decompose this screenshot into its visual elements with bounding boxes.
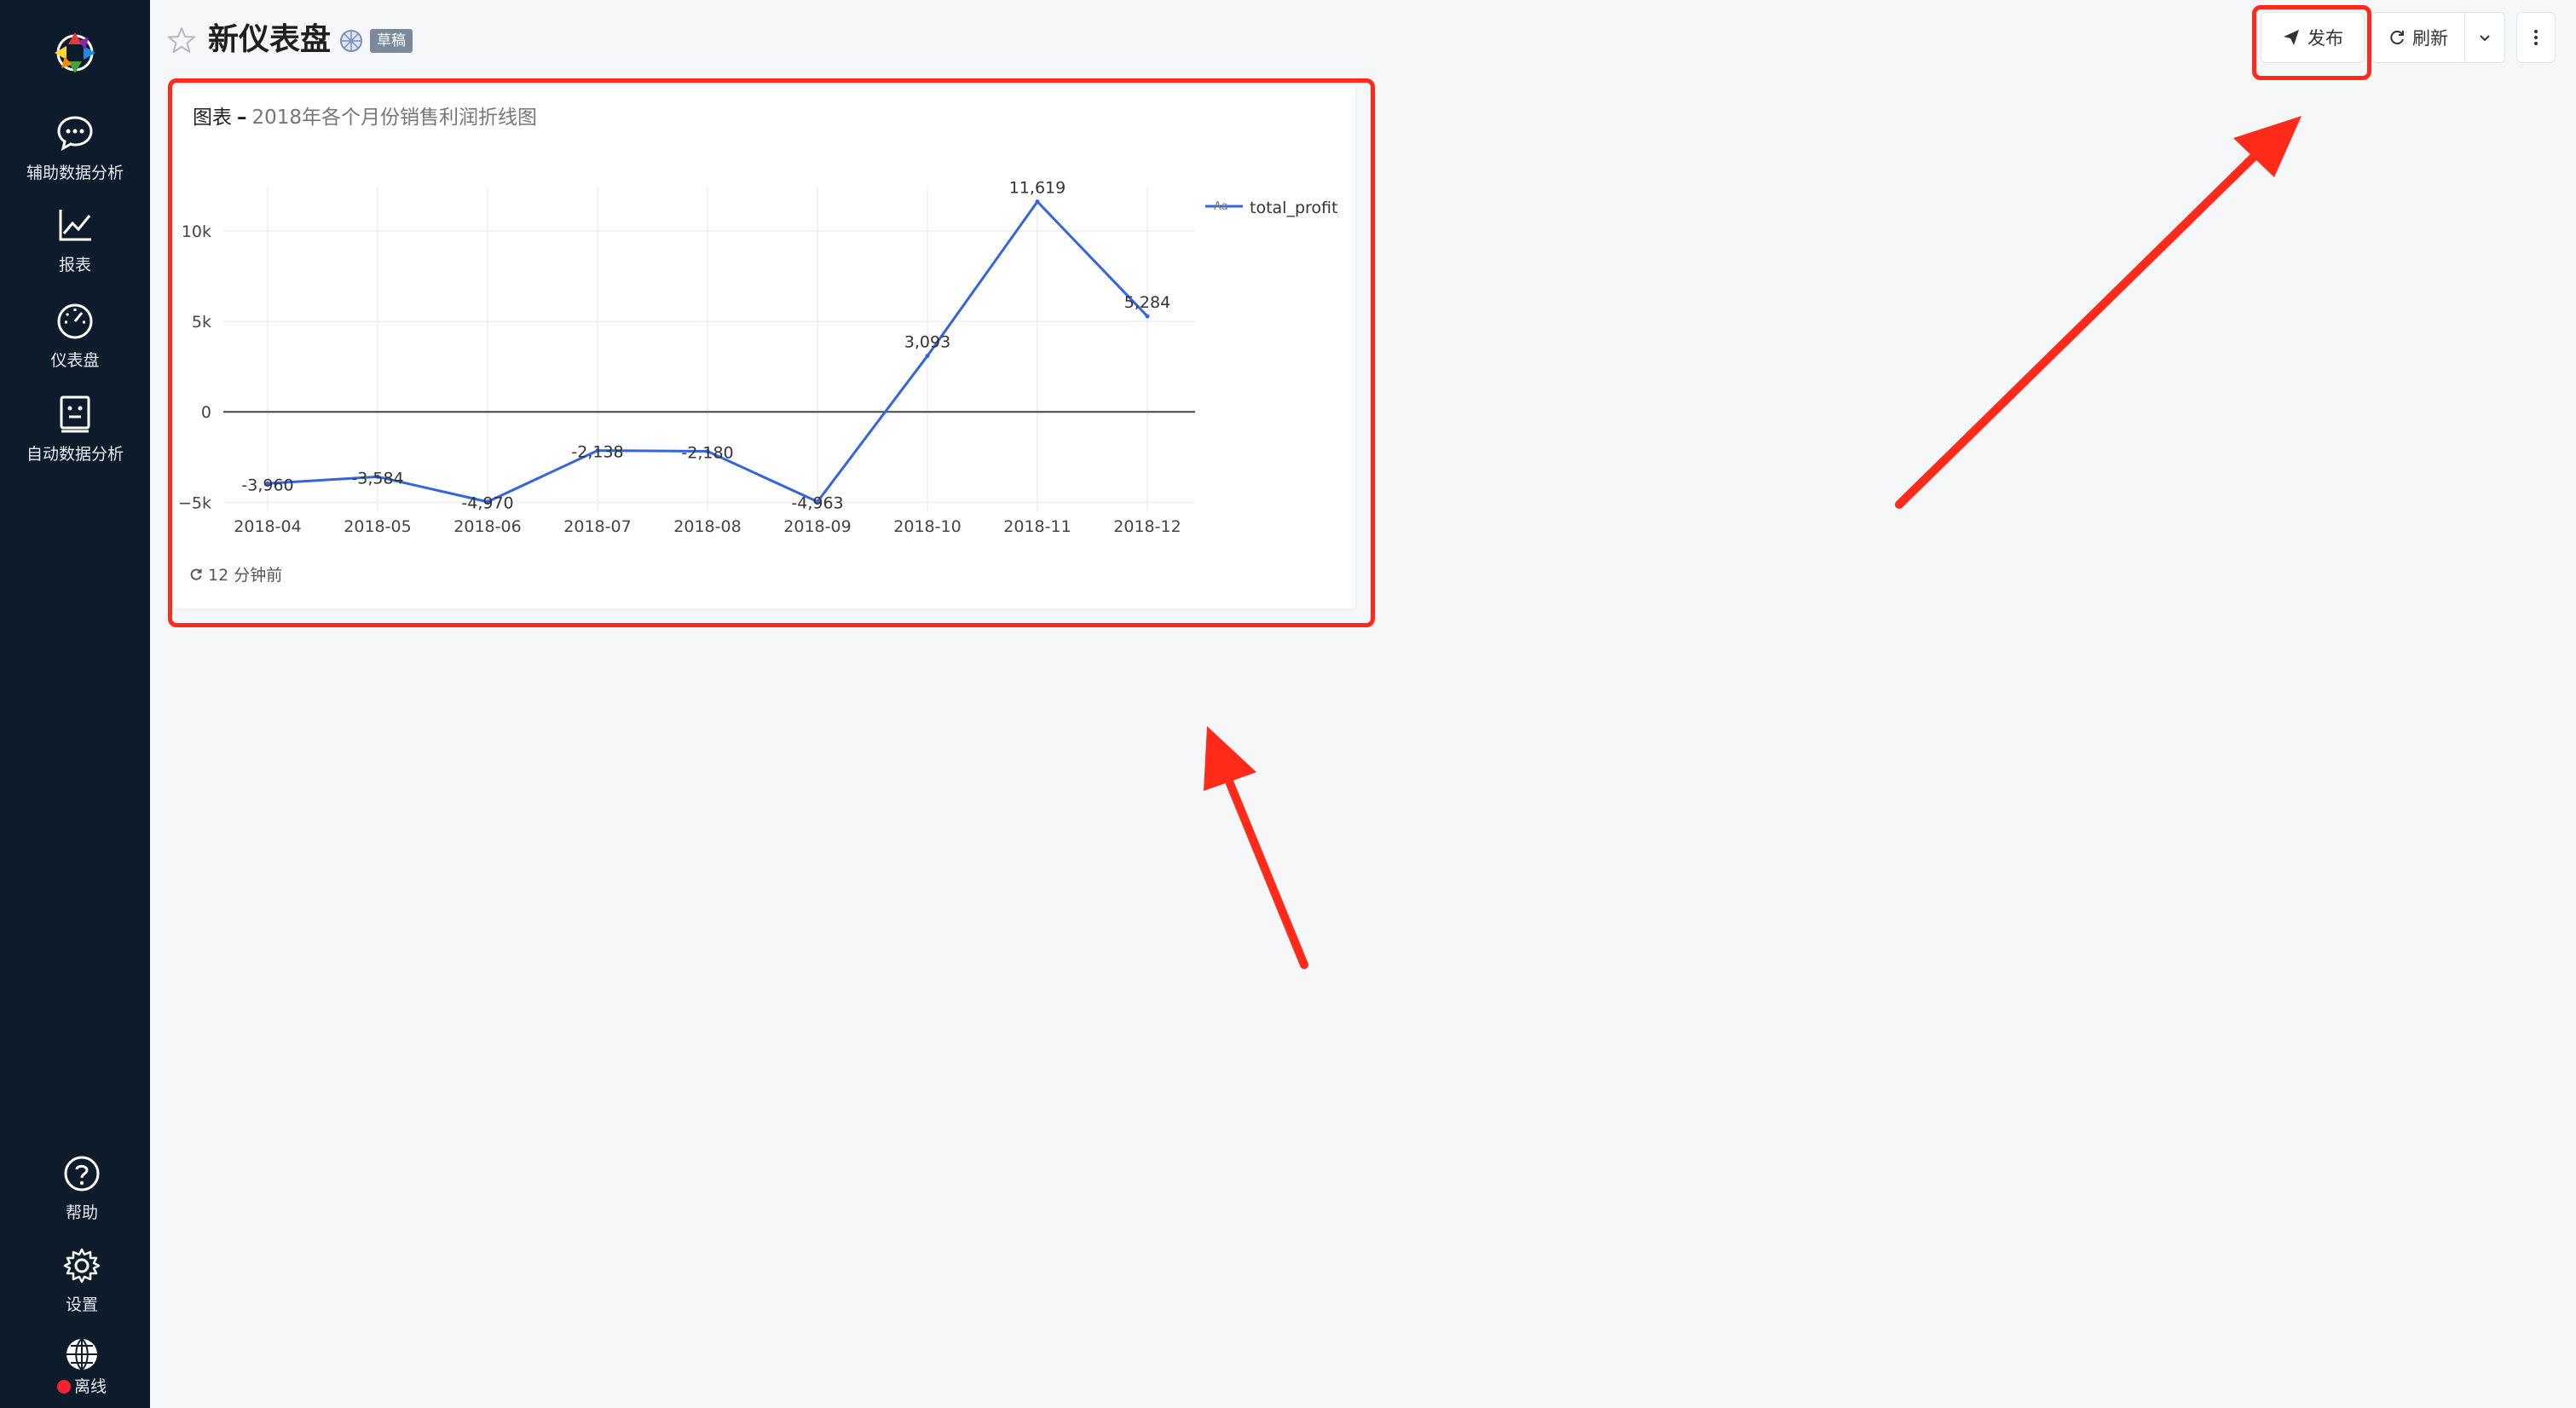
- sidebar-item-auto-analysis[interactable]: 自动数据分析: [0, 394, 150, 465]
- y-tick-label: 0: [201, 403, 211, 422]
- sidebar-item-label: 设置: [65, 1295, 98, 1314]
- data-label: -3,960: [241, 476, 293, 494]
- sidebar-item-label: 帮助: [65, 1203, 98, 1222]
- settings-icon: [63, 1248, 101, 1284]
- y-tick-label: −5k: [178, 493, 211, 512]
- data-label: -2,138: [571, 443, 623, 462]
- refresh-label: 刷新: [2412, 28, 2448, 49]
- line-chart-icon: [59, 210, 91, 241]
- sidebar-item-reports[interactable]: 报表: [0, 205, 150, 275]
- x-tick-label: 2018-05: [344, 517, 411, 536]
- data-label: 11,619: [1009, 179, 1066, 198]
- sidebar-item-label: 辅助数据分析: [26, 164, 124, 182]
- y-tick-label: 10k: [182, 222, 211, 241]
- refresh-icon: [2390, 31, 2404, 45]
- legend-symbol: Aa: [1214, 200, 1228, 213]
- publish-label: 发布: [2307, 28, 2343, 49]
- sidebar-item-help[interactable]: 帮助: [7, 1154, 157, 1223]
- chevron-down-icon: [2480, 35, 2490, 42]
- profit-line-chart[interactable]: −5k 0 5k 10k 2018-04 2018-05 2018-06 2018-07 201…: [174, 85, 1355, 563]
- data-label: -3,584: [351, 469, 403, 488]
- x-tick-label: 2018-11: [1003, 517, 1071, 536]
- connection-status-label: 离线: [73, 1377, 107, 1396]
- draft-status-badge: 草稿: [370, 29, 413, 53]
- help-icon: [64, 1156, 100, 1192]
- page-title[interactable]: 新仪表盘: [208, 19, 331, 61]
- certified-badge-icon: [340, 30, 362, 52]
- more-vertical-icon: [2534, 30, 2538, 45]
- sidebar-item-assisted-analysis[interactable]: 辅助数据分析: [0, 113, 150, 183]
- x-tick-label: 2018-08: [673, 517, 741, 536]
- arrow-to-chart: [1223, 773, 1308, 969]
- offline-dot-icon: [56, 1380, 71, 1394]
- x-tick-label: 2018-06: [453, 517, 521, 536]
- y-tick-label: 5k: [192, 313, 211, 332]
- last-updated: 12 分钟前: [189, 563, 282, 586]
- sidebar-item-label: 仪表盘: [50, 351, 100, 370]
- refresh-options-dropdown[interactable]: [2464, 12, 2505, 63]
- data-point: [1035, 199, 1040, 205]
- chart-widget-card[interactable]: 图表 –2018年各个月份销售利润折线图 −5k 0 5k 10k 2018-04 2018…: [174, 85, 1355, 609]
- connection-status: 离线: [7, 1374, 157, 1397]
- legend-label: total_profit: [1250, 199, 1337, 217]
- gauge-icon: [57, 303, 93, 339]
- sidebar-item-label: 自动数据分析: [26, 445, 124, 464]
- last-updated-text: 12 分钟前: [208, 566, 283, 585]
- chat-analysis-icon: [57, 116, 93, 151]
- data-label: 3,093: [904, 333, 950, 352]
- x-tick-label: 2018-04: [234, 517, 301, 536]
- sidebar-item-dashboard[interactable]: 仪表盘: [0, 300, 150, 371]
- sidebar-item-connection-status[interactable]: 离线: [7, 1336, 157, 1397]
- data-label: -4,963: [791, 494, 843, 513]
- refresh-button[interactable]: 刷新: [2371, 12, 2465, 63]
- x-tick-label: 2018-09: [783, 517, 851, 536]
- arrow-head-publish: [2233, 116, 2302, 177]
- refresh-small-icon: [190, 568, 202, 580]
- x-tick-label: 2018-07: [563, 517, 631, 536]
- more-options-button[interactable]: [2516, 12, 2556, 63]
- arrow-to-publish: [1895, 149, 2261, 509]
- data-point: [925, 354, 930, 359]
- sidebar-item-label: 报表: [58, 256, 91, 274]
- app-logo-icon[interactable]: [48, 26, 102, 80]
- x-tick-label: 2018-12: [1113, 517, 1181, 536]
- globe-icon: [66, 1338, 97, 1370]
- arrow-head-chart: [1204, 726, 1256, 791]
- publish-button[interactable]: 发布: [2261, 12, 2365, 63]
- data-label: 5,284: [1124, 293, 1170, 312]
- sidebar-item-settings[interactable]: 设置: [7, 1246, 157, 1315]
- send-icon: [2284, 30, 2299, 45]
- favorite-star-icon[interactable]: [167, 26, 196, 55]
- sidebar: 辅助数据分析 报表 仪表盘 自动数据分析 帮助 设置 离线: [0, 0, 150, 1408]
- robot-icon: [60, 395, 90, 433]
- data-label: -4,970: [461, 494, 513, 513]
- data-label: -2,180: [681, 444, 733, 463]
- x-tick-label: 2018-10: [893, 517, 961, 536]
- data-point: [1145, 314, 1150, 319]
